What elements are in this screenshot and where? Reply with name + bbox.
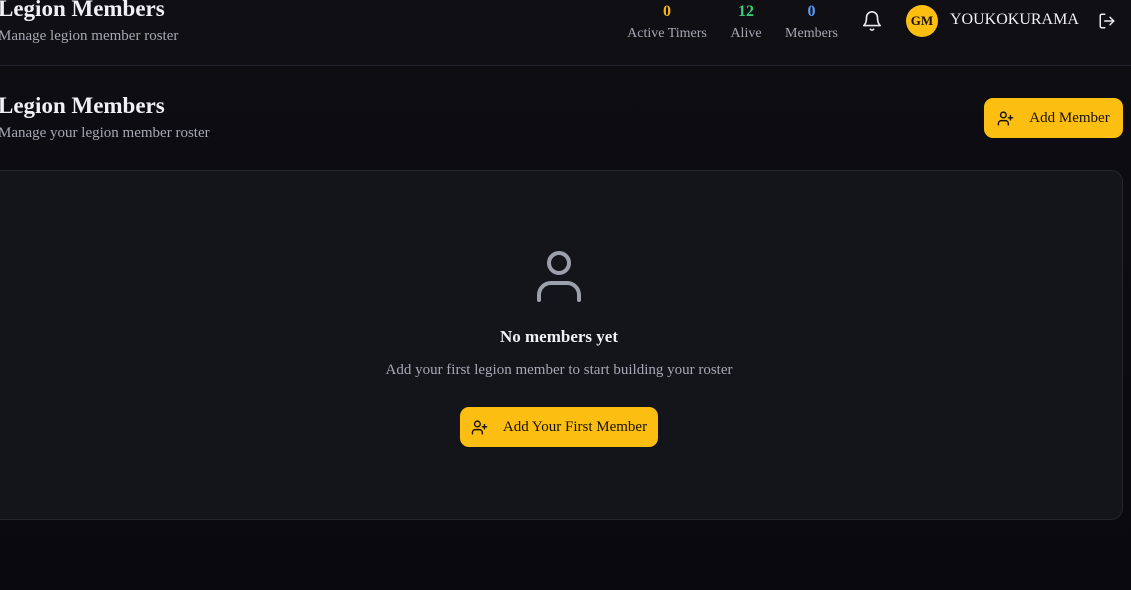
username: YOUKOKURAMA [950, 11, 1079, 28]
logout-icon[interactable] [1098, 12, 1116, 30]
empty-state-title: No members yet [499, 327, 618, 346]
top-bar: Legion Members Manage legion member rost… [0, 0, 1131, 66]
stat-members: 0 Members [783, 2, 840, 42]
empty-state-text: Add your first legion member to start bu… [385, 362, 733, 378]
stat-alive-value: 12 [738, 3, 754, 20]
app-title: Legion Members [0, 0, 165, 21]
stat-active-timers: 0 Active Timers [627, 2, 707, 42]
stat-alive: 12 Alive [726, 2, 766, 42]
add-member-button[interactable]: Add Member [984, 98, 1123, 138]
app-subtitle: Manage legion member roster [0, 28, 179, 44]
add-member-label: Add Member [1029, 109, 1110, 126]
stat-active-timers-label: Active Timers [627, 26, 707, 41]
add-first-member-button[interactable]: Add Your First Member [460, 407, 658, 447]
user-icon [535, 247, 583, 303]
bell-icon[interactable] [861, 9, 883, 33]
page-subtitle: Manage your legion member roster [0, 125, 210, 141]
stat-alive-label: Alive [730, 26, 762, 41]
stat-members-value: 0 [807, 3, 816, 20]
page-title: Legion Members [0, 93, 165, 118]
add-first-member-label: Add Your First Member [502, 418, 648, 435]
user-plus-icon [471, 419, 488, 435]
avatar[interactable]: GM [906, 5, 938, 37]
stat-active-timers-value: 0 [663, 3, 671, 20]
user-plus-icon [998, 110, 1014, 126]
stat-members-label: Members [785, 26, 838, 41]
